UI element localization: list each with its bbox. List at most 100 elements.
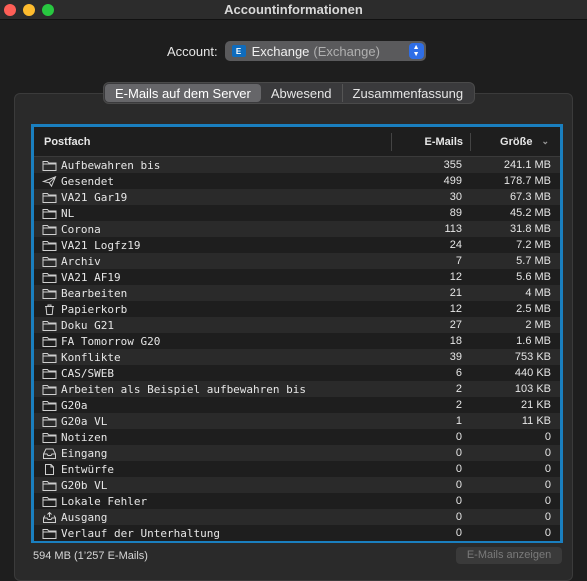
table-row[interactable]: FA Tomorrow G20 18 1.6 MB	[34, 333, 560, 349]
mail-count-cell: 355	[443, 159, 462, 171]
table-header: Postfach E-Mails Größe ⌄	[34, 127, 560, 157]
mail-count-cell: 2	[455, 383, 462, 395]
mailbox-name: FA Tomorrow G20	[61, 334, 161, 348]
mailbox-name: Eingang	[61, 446, 108, 460]
folder-icon	[42, 336, 57, 347]
tab-mails-on-server[interactable]: E-Mails auf dem Server	[105, 84, 261, 102]
mailbox-cell: VA21 AF19	[34, 271, 391, 284]
table-body: Aufbewahren bis 355 241.1 MB Gesendet 499 178…	[34, 157, 560, 541]
mail-count-cell: 1	[455, 415, 462, 427]
table-row[interactable]: Archiv 7 5.7 MB	[34, 253, 560, 269]
column-header-size[interactable]: Größe ⌄	[471, 136, 559, 148]
table-row[interactable]: Arbeiten als Beispiel aufbewahren bis 2 10…	[34, 381, 560, 397]
mail-count-cell: 0	[455, 511, 462, 523]
table-row[interactable]: G20a 2 21 KB	[34, 397, 560, 413]
mail-count-cell: 0	[455, 527, 462, 539]
table-row[interactable]: Verlauf der Unterhaltung 0 0	[34, 525, 560, 541]
mailbox-cell: Ausgang	[34, 511, 391, 524]
size-cell: 2.5 MB	[516, 303, 551, 315]
inbox-icon	[42, 448, 57, 459]
exchange-icon: E	[231, 45, 246, 57]
size-cell: 0	[544, 527, 551, 539]
size-cell: 1.6 MB	[516, 335, 551, 347]
mail-count-cell: 0	[455, 447, 462, 459]
mailbox-cell: Gesendet	[34, 175, 391, 188]
mailbox-cell: Verlauf der Unterhaltung	[34, 527, 391, 540]
folder-icon	[42, 192, 57, 203]
mailbox-name: VA21 Gar19	[61, 190, 128, 204]
mail-count-cell: 89	[449, 207, 462, 219]
mailbox-name: VA21 Logfz19	[61, 238, 141, 252]
mailbox-name: Corona	[61, 222, 101, 236]
table-row[interactable]: G20a VL 1 11 KB	[34, 413, 560, 429]
show-mails-button[interactable]: E-Mails anzeigen	[456, 547, 562, 564]
outbox-icon	[42, 511, 57, 523]
mailbox-name: Archiv	[61, 254, 101, 268]
tab-away[interactable]: Abwesend	[261, 84, 343, 102]
size-cell: 21 KB	[521, 399, 551, 411]
size-cell: 440 KB	[514, 367, 551, 379]
table-row[interactable]: Gesendet 499 178.7 MB	[34, 173, 560, 189]
size-cell: 0	[544, 511, 551, 523]
mailbox-cell: VA21 Gar19	[34, 191, 391, 204]
folder-icon	[42, 496, 57, 507]
mailbox-cell: CAS/SWEB	[34, 367, 391, 380]
table-row[interactable]: VA21 Gar19 30 67.3 MB	[34, 189, 560, 205]
table-row[interactable]: Bearbeiten 21 4 MB	[34, 285, 560, 301]
mail-count-cell: 39	[449, 351, 462, 363]
mailbox-name: Doku G21	[61, 318, 114, 332]
table-row[interactable]: Papierkorb 12 2.5 MB	[34, 301, 560, 317]
column-header-mailbox[interactable]: Postfach	[34, 136, 391, 148]
paper-plane-icon	[41, 175, 57, 187]
mail-count-cell: 12	[449, 271, 462, 283]
mailbox-cell: G20a VL	[34, 415, 391, 428]
mailbox-cell: Eingang	[34, 447, 391, 460]
mail-count-cell: 18	[449, 335, 462, 347]
trash-icon	[42, 304, 57, 315]
size-cell: 4 MB	[525, 287, 551, 299]
folder-icon	[42, 432, 57, 443]
table-row[interactable]: Aufbewahren bis 355 241.1 MB	[34, 157, 560, 173]
table-row[interactable]: Doku G21 27 2 MB	[34, 317, 560, 333]
mailbox-cell: Papierkorb	[34, 303, 391, 316]
table-row[interactable]: G20b VL 0 0	[34, 477, 560, 493]
folder-icon	[42, 224, 57, 235]
mail-count-cell: 0	[455, 463, 462, 475]
size-cell: 0	[544, 463, 551, 475]
table-row[interactable]: Ausgang 0 0	[34, 509, 560, 525]
table-row[interactable]: VA21 AF19 12 5.6 MB	[34, 269, 560, 285]
table-row[interactable]: Lokale Fehler 0 0	[34, 493, 560, 509]
table-row[interactable]: Entwürfe 0 0	[34, 461, 560, 477]
mailbox-name: Entwürfe	[61, 462, 114, 476]
mailbox-cell: Lokale Fehler	[34, 495, 391, 508]
mailbox-cell: VA21 Logfz19	[34, 239, 391, 252]
mailbox-name: Aufbewahren bis	[61, 158, 161, 172]
mailbox-name: Notizen	[61, 430, 108, 444]
mailbox-name: NL	[61, 206, 75, 220]
mailbox-table[interactable]: Postfach E-Mails Größe ⌄ Aufbewahren bis…	[31, 124, 563, 543]
mailbox-name: Papierkorb	[61, 302, 128, 316]
table-row[interactable]: Corona 113 31.8 MB	[34, 221, 560, 237]
table-row[interactable]: Notizen 0 0	[34, 429, 560, 445]
table-row[interactable]: Eingang 0 0	[34, 445, 560, 461]
mailbox-cell: G20b VL	[34, 479, 391, 492]
mailbox-cell: Archiv	[34, 255, 391, 268]
table-row[interactable]: Konflikte 39 753 KB	[34, 349, 560, 365]
mailbox-name: Verlauf der Unterhaltung	[61, 526, 220, 540]
tab-summary[interactable]: Zusammenfassung	[343, 84, 474, 102]
folder-icon	[42, 288, 57, 299]
mail-count-cell: 0	[455, 495, 462, 507]
summary-text: 594 MB (1’257 E-Mails)	[33, 550, 148, 562]
chevron-updown-icon: ▲ ▼	[408, 43, 424, 59]
size-cell: 45.2 MB	[510, 207, 551, 219]
mailbox-name: G20a	[61, 398, 88, 412]
table-row[interactable]: VA21 Logfz19 24 7.2 MB	[34, 237, 560, 253]
account-select[interactable]: E Exchange (Exchange) ▲ ▼	[224, 41, 426, 61]
size-cell: 0	[544, 447, 551, 459]
table-row[interactable]: CAS/SWEB 6 440 KB	[34, 365, 560, 381]
folder-icon	[42, 240, 57, 251]
mailbox-name: CAS/SWEB	[61, 366, 114, 380]
table-row[interactable]: NL 89 45.2 MB	[34, 205, 560, 221]
column-header-mails[interactable]: E-Mails	[392, 136, 470, 148]
folder-icon	[42, 320, 57, 331]
